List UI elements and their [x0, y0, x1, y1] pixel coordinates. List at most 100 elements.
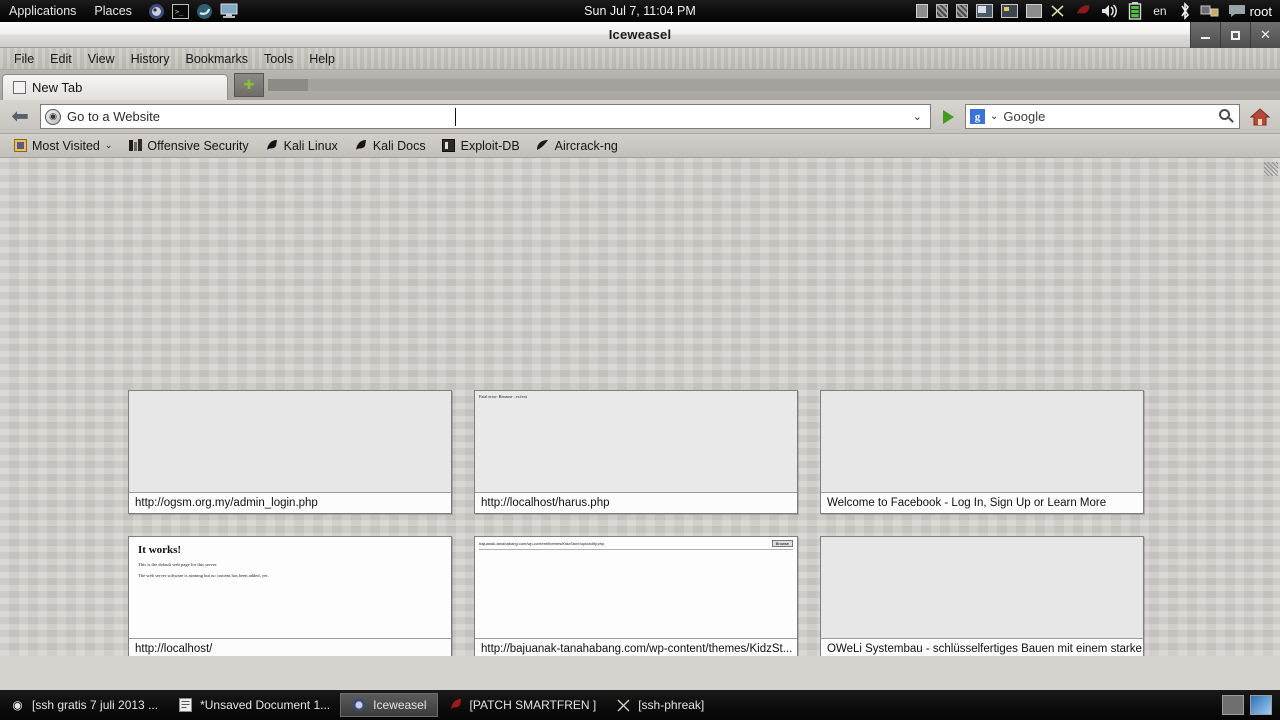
resize-grip[interactable] [1264, 162, 1278, 176]
iceweasel-window: Iceweasel ✕ File Edit View History Bookm… [0, 22, 1280, 690]
menu-bookmarks[interactable]: Bookmarks [177, 52, 256, 66]
menu-file[interactable]: File [6, 52, 42, 66]
kali-dragon-icon [354, 139, 368, 153]
back-button[interactable]: ⬅ [6, 104, 34, 130]
taskbar-tray [1222, 695, 1280, 715]
tray-window-icon[interactable] [1022, 0, 1046, 22]
thumbnail-ogsm-admin-login[interactable]: http://ogsm.org.my/admin_login.php [128, 390, 452, 514]
terminal-icon [616, 698, 631, 713]
workspace-switcher-2[interactable] [1250, 695, 1272, 715]
taskbar-item-label: [PATCH SMARTFREN ] [469, 698, 597, 712]
panel-user-name[interactable]: root [1250, 4, 1280, 19]
search-icon[interactable] [1219, 108, 1235, 125]
bookmark-aircrack-ng[interactable]: Aircrack-ng [529, 139, 625, 153]
home-button[interactable] [1246, 107, 1274, 127]
thumbnail-localhost-harus[interactable]: Fatal error: Rename : ext/ext http://loc… [474, 390, 798, 514]
preview-line: The web server software is running but n… [138, 573, 269, 578]
desktop-screen: Applications Places >_ Sun Jul 7, 11:04 … [0, 0, 1280, 720]
bookmark-label: Kali Linux [283, 138, 338, 153]
taskbar-item-iceweasel[interactable]: Iceweasel [340, 693, 438, 717]
new-tab-page: http://ogsm.org.my/admin_login.php Fatal… [0, 158, 1280, 656]
taskbar-item-label: [ssh gratis 7 juli 2013 ... [32, 698, 159, 712]
tray-photo-icon[interactable] [972, 0, 997, 22]
address-bar-dropdown-icon[interactable]: ⌄ [913, 110, 926, 123]
search-bar[interactable]: g ⌄ Google [965, 104, 1240, 129]
thumbnail-preview [129, 391, 451, 492]
thumbnail-facebook[interactable]: Welcome to Facebook - Log In, Sign Up or… [820, 390, 1144, 514]
navigation-toolbar: ⬅ ◉ Go to a Website ⌄ g ⌄ Google [0, 100, 1280, 134]
window-controls: ✕ [1190, 22, 1280, 48]
thumbnail-bajuanak-tanahabang[interactable]: bajuanak-tanahabang.com/wp-content/theme… [474, 536, 798, 656]
thumbnail-preview: Fatal error: Rename : ext/ext [475, 391, 797, 492]
address-bar[interactable]: ◉ Go to a Website ⌄ [40, 104, 931, 129]
thumbnail-caption: http://ogsm.org.my/admin_login.php [129, 492, 451, 513]
minimize-button[interactable] [1190, 22, 1220, 48]
tab-new-tab[interactable]: New Tab [2, 74, 228, 100]
window-list-thumb-2[interactable] [932, 0, 952, 22]
menu-tools[interactable]: Tools [256, 52, 301, 66]
bookmarks-toolbar: Most Visited ⌄ Offensive Security Kali L… [0, 134, 1280, 158]
window-taskbar: ◉ [ssh gratis 7 juli 2013 ... *Unsaved D… [0, 690, 1280, 720]
go-button[interactable] [937, 109, 959, 124]
battery-icon[interactable] [1124, 0, 1146, 22]
tray-archive-icon[interactable] [997, 0, 1022, 22]
new-tab-button[interactable]: ✚ [234, 73, 264, 97]
close-button[interactable]: ✕ [1250, 22, 1280, 48]
preview-heading: It works! [138, 544, 182, 556]
menu-edit[interactable]: Edit [42, 52, 80, 66]
window-titlebar[interactable]: Iceweasel ✕ [0, 22, 1280, 48]
bookmark-label: Exploit-DB [460, 138, 520, 153]
bookmark-exploit-db[interactable]: Exploit-DB [435, 139, 527, 153]
preview-browse-button: Browse [771, 540, 793, 547]
terminal-red-icon [448, 698, 463, 713]
network-icon[interactable] [1196, 0, 1224, 22]
thumbnail-preview-text: Fatal error: Rename : ext/ext [479, 394, 528, 399]
thumbnail-grid: http://ogsm.org.my/admin_login.php Fatal… [128, 390, 1144, 656]
search-engine-dropdown-icon[interactable]: ⌄ [990, 111, 998, 122]
browser-menubar: File Edit View History Bookmarks Tools H… [0, 48, 1280, 70]
panel-menu-places[interactable]: Places [85, 0, 141, 22]
thumbnail-caption: http://localhost/ [129, 638, 451, 656]
chevron-down-icon[interactable]: ⌄ [105, 140, 113, 151]
browser-launcher-icon[interactable] [195, 2, 215, 20]
keyboard-layout-indicator[interactable]: en [1146, 0, 1173, 22]
thumbnail-localhost-root[interactable]: It works! This is the default web page f… [128, 536, 452, 656]
taskbar-item-unsaved-document[interactable]: *Unsaved Document 1... [168, 693, 340, 717]
panel-menu-applications[interactable]: Applications [0, 0, 85, 22]
gnome-top-panel: Applications Places >_ Sun Jul 7, 11:04 … [0, 0, 1280, 22]
text-cursor [455, 108, 456, 126]
svg-text:>_: >_ [175, 8, 184, 16]
taskbar-item-patch-smartfren[interactable]: [PATCH SMARTFREN ] [438, 693, 607, 717]
volume-icon[interactable] [1096, 0, 1124, 22]
taskbar-item-ssh-phreak[interactable]: [ssh-phreak] [606, 693, 714, 717]
bookmark-offensive-security[interactable]: Offensive Security [121, 139, 255, 153]
menu-history[interactable]: History [123, 52, 178, 66]
panel-launchers: >_ [147, 2, 239, 20]
offsec-icon [128, 139, 142, 153]
bookmark-most-visited[interactable]: Most Visited ⌄ [6, 139, 119, 153]
chat-icon[interactable] [1224, 0, 1250, 22]
bluetooth-icon[interactable] [1174, 0, 1196, 22]
iceweasel-launcher-icon[interactable] [147, 2, 167, 20]
terminal-launcher-icon[interactable]: >_ [171, 2, 191, 20]
maximize-button[interactable] [1220, 22, 1250, 48]
iceweasel-icon [351, 698, 366, 713]
tray-dragon-icon[interactable] [1070, 0, 1096, 22]
keyboard-layout-label: en [1153, 4, 1167, 18]
taskbar-item-ssh-gratis[interactable]: ◉ [ssh gratis 7 juli 2013 ... [0, 693, 168, 717]
tray-scissors-icon[interactable] [1046, 0, 1070, 22]
thumbnail-oweli-systembau[interactable]: OWeLi Systembau - schlüsselfertiges Baue… [820, 536, 1144, 656]
bookmark-kali-linux[interactable]: Kali Linux [258, 139, 345, 153]
window-list-thumb-1[interactable] [912, 0, 932, 22]
thumbnail-caption: http://localhost/harus.php [475, 492, 797, 513]
google-icon[interactable]: g [970, 109, 985, 124]
menu-view[interactable]: View [80, 52, 123, 66]
thumbnail-caption: http://bajuanak-tanahabang.com/wp-conten… [475, 638, 797, 656]
window-list-thumb-3[interactable] [952, 0, 972, 22]
thumbnail-preview: bajuanak-tanahabang.com/wp-content/theme… [475, 537, 797, 638]
menu-help[interactable]: Help [301, 52, 343, 66]
bookmark-kali-docs[interactable]: Kali Docs [347, 139, 433, 153]
workspace-switcher-1[interactable] [1222, 695, 1244, 715]
window-title: Iceweasel [608, 27, 672, 42]
computer-launcher-icon[interactable] [219, 2, 239, 20]
